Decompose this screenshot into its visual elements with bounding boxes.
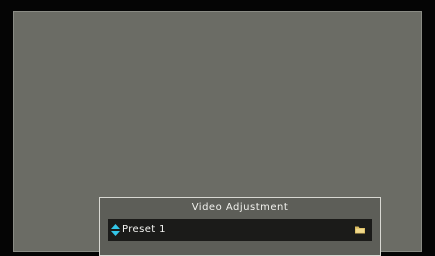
preset-value: Preset 1: [122, 224, 166, 235]
video-screen: Video Adjustment Preset 1: [13, 11, 422, 256]
folder-icon[interactable]: [355, 225, 365, 234]
panel-title: Video Adjustment: [191, 202, 289, 213]
video-adjustment-panel: Video Adjustment Preset 1: [99, 197, 381, 256]
up-down-arrows-icon[interactable]: [111, 224, 120, 236]
preset-selector[interactable]: Preset 1: [108, 219, 372, 241]
